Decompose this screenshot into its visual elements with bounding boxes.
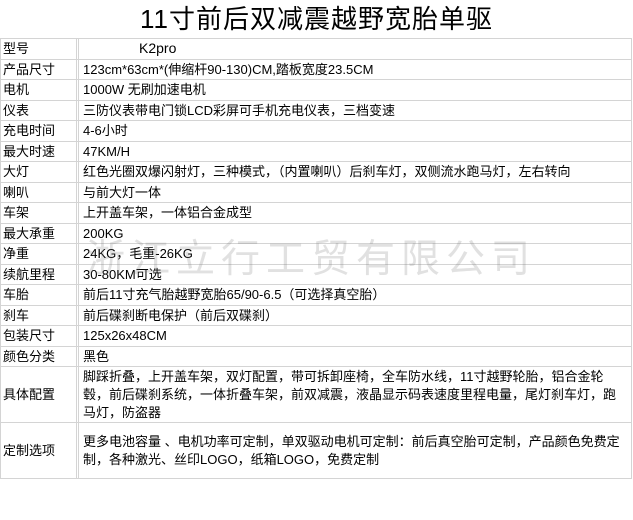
spec-value-model: K2pro	[78, 38, 632, 60]
spec-value-customization: 更多电池容量 、电机功率可定制，单双驱动电机可定制：前后真空胎可定制，产品颜色免…	[78, 422, 632, 479]
table-row: 续航里程 30-80KM可选	[0, 263, 632, 285]
spec-value-charge-time: 4-6小时	[78, 120, 632, 142]
table-row: 型号 K2pro	[0, 38, 632, 60]
spec-label-frame: 车架	[0, 202, 77, 224]
spec-value-brake: 前后碟刹断电保护（前后双碟刹）	[78, 304, 632, 326]
spec-value-max-load: 200KG	[78, 222, 632, 244]
spec-value-weight: 24KG，毛重-26KG	[78, 243, 632, 265]
spec-value-size: 123cm*63cm*(伸缩杆90-130)CM,踏板宽度23.5CM	[78, 58, 632, 80]
spec-label-model: 型号	[0, 38, 77, 60]
table-row: 大灯 红色光圈双爆闪射灯，三种模式，（内置喇叭）后刹车灯，双侧流水跑马灯，左右转…	[0, 161, 632, 183]
spec-label-brake: 刹车	[0, 304, 77, 326]
spec-value-frame: 上开盖车架，一体铝合金成型	[78, 202, 632, 224]
spec-value-package-size: 125x26x48CM	[78, 325, 632, 347]
spec-label-weight: 净重	[0, 243, 77, 265]
spec-label-color: 颜色分类	[0, 345, 77, 367]
spec-label-customization: 定制选项	[0, 422, 77, 479]
spec-value-range: 30-80KM可选	[78, 263, 632, 285]
spec-label-motor: 电机	[0, 79, 77, 101]
spec-label-configuration: 具体配置	[0, 366, 77, 423]
table-row: 仪表 三防仪表带电门锁LCD彩屏可手机充电仪表，三档变速	[0, 99, 632, 121]
spec-label-max-load: 最大承重	[0, 222, 77, 244]
spec-value-horn: 与前大灯一体	[78, 181, 632, 203]
spec-label-range: 续航里程	[0, 263, 77, 285]
table-row: 包装尺寸 125x26x48CM	[0, 325, 632, 347]
spec-value-tire: 前后11寸充气胎越野宽胎65/90-6.5（可选择真空胎）	[78, 284, 632, 306]
table-row: 刹车 前后碟刹断电保护（前后双碟刹）	[0, 304, 632, 326]
table-row: 净重 24KG，毛重-26KG	[0, 243, 632, 265]
spec-value-color: 黑色	[78, 345, 632, 367]
table-row: 最大承重 200KG	[0, 222, 632, 244]
spec-table: 型号 K2pro 产品尺寸 123cm*63cm*(伸缩杆90-130)CM,踏…	[0, 38, 632, 479]
spec-label-horn: 喇叭	[0, 181, 77, 203]
spec-value-motor: 1000W 无刷加速电机	[78, 79, 632, 101]
table-row: 具体配置 脚踩折叠，上开盖车架，双灯配置，带可拆卸座椅，全车防水线，11寸越野轮…	[0, 366, 632, 423]
table-row: 最大时速 47KM/H	[0, 140, 632, 162]
spec-value-headlight: 红色光圈双爆闪射灯，三种模式，（内置喇叭）后刹车灯，双侧流水跑马灯，左右转向	[78, 161, 632, 183]
spec-label-size: 产品尺寸	[0, 58, 77, 80]
table-row: 车胎 前后11寸充气胎越野宽胎65/90-6.5（可选择真空胎）	[0, 284, 632, 306]
table-row: 车架 上开盖车架，一体铝合金成型	[0, 202, 632, 224]
table-row: 产品尺寸 123cm*63cm*(伸缩杆90-130)CM,踏板宽度23.5CM	[0, 58, 632, 80]
table-row: 充电时间 4-6小时	[0, 120, 632, 142]
spec-label-meter: 仪表	[0, 99, 77, 121]
spec-label-top-speed: 最大时速	[0, 140, 77, 162]
spec-label-headlight: 大灯	[0, 161, 77, 183]
spec-value-configuration: 脚踩折叠，上开盖车架，双灯配置，带可拆卸座椅，全车防水线，11寸越野轮胎，铝合金…	[78, 366, 632, 423]
page-title: 11寸前后双减震越野宽胎单驱	[140, 4, 493, 34]
spec-label-tire: 车胎	[0, 284, 77, 306]
spec-value-top-speed: 47KM/H	[78, 140, 632, 162]
spec-value-meter: 三防仪表带电门锁LCD彩屏可手机充电仪表，三档变速	[78, 99, 632, 121]
table-row: 颜色分类 黑色	[0, 345, 632, 367]
spec-label-charge-time: 充电时间	[0, 120, 77, 142]
table-row: 电机 1000W 无刷加速电机	[0, 79, 632, 101]
spec-label-package-size: 包装尺寸	[0, 325, 77, 347]
table-row: 喇叭 与前大灯一体	[0, 181, 632, 203]
spec-sheet: 11寸前后双减震越野宽胎单驱 型号 K2pro 产品尺寸 123cm*63cm*…	[0, 0, 633, 520]
table-row: 定制选项 更多电池容量 、电机功率可定制，单双驱动电机可定制：前后真空胎可定制，…	[0, 422, 632, 479]
